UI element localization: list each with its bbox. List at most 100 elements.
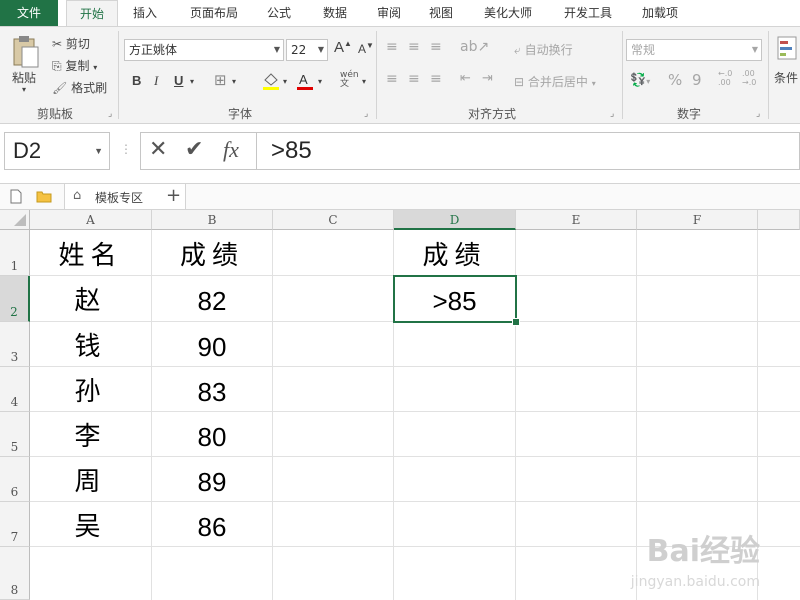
tab-developer[interactable]: 开发工具 — [556, 0, 620, 26]
font-color-icon[interactable]: A — [296, 71, 314, 91]
cell-b2[interactable]: 82 — [152, 276, 273, 322]
clipboard-launcher-icon[interactable]: ⌟ — [108, 109, 112, 119]
align-center-icon[interactable]: ≡ — [408, 71, 420, 87]
row-header-6[interactable]: 6 — [0, 457, 30, 502]
tab-page-layout[interactable]: 页面布局 — [182, 0, 246, 26]
font-size-select[interactable]: 22 ▼ — [286, 39, 328, 61]
insert-function-icon[interactable]: fx — [223, 137, 239, 163]
format-painter-button[interactable]: 🖌 格式刷 — [52, 79, 107, 96]
align-middle-icon[interactable]: ≡ — [408, 39, 420, 55]
column-header-g[interactable] — [758, 210, 800, 230]
fill-handle[interactable] — [512, 318, 520, 326]
cell-b5[interactable]: 80 — [152, 412, 273, 457]
column-header-f[interactable]: F — [637, 210, 758, 230]
conditional-formatting-icon[interactable] — [776, 35, 798, 65]
increase-font-size-button[interactable]: A▲ — [334, 39, 352, 56]
cell-a3[interactable]: 钱 — [30, 322, 152, 367]
bold-button[interactable]: B — [132, 73, 141, 88]
font-launcher-icon[interactable]: ⌟ — [364, 109, 368, 119]
font-name-select[interactable]: 方正姚体 ▼ — [124, 39, 284, 61]
phonetic-guide-icon[interactable]: wén 文 — [340, 71, 359, 89]
cell-b7[interactable]: 86 — [152, 502, 273, 547]
wrap-text-button[interactable]: ⤶ 自动换行 — [514, 41, 573, 58]
tab-insert[interactable]: 插入 — [124, 0, 166, 26]
select-all-corner[interactable] — [0, 210, 30, 230]
underline-dropdown-icon[interactable]: ▾ — [190, 77, 194, 86]
name-box[interactable]: D2 ▼ — [4, 132, 110, 170]
row-header-3[interactable]: 3 — [0, 322, 30, 367]
chevron-down-icon: ▼ — [751, 45, 758, 54]
cell-a2[interactable]: 赵 — [30, 276, 152, 322]
chevron-down-icon[interactable]: ▼ — [94, 133, 103, 169]
cell-a5[interactable]: 李 — [30, 412, 152, 457]
cell-a6[interactable]: 周 — [30, 457, 152, 502]
number-launcher-icon[interactable]: ⌟ — [756, 109, 760, 119]
column-header-c[interactable]: C — [273, 210, 394, 230]
decrease-indent-icon[interactable]: ⇤ — [460, 71, 471, 86]
tab-data[interactable]: 数据 — [314, 0, 356, 26]
percent-style-button[interactable]: % — [668, 71, 682, 89]
row-header-2[interactable]: 2 — [0, 276, 30, 322]
column-header-e[interactable]: E — [516, 210, 637, 230]
formula-input[interactable]: >85 — [256, 132, 800, 170]
copy-button[interactable]: ⎘ 复制 ▾ — [52, 57, 97, 74]
orientation-icon[interactable]: ab↗ — [460, 39, 489, 55]
column-header-b[interactable]: B — [152, 210, 273, 230]
row-header-4[interactable]: 4 — [0, 367, 30, 412]
cell-b1[interactable]: 成绩 — [152, 230, 273, 276]
tab-file[interactable]: 文件 — [0, 0, 58, 26]
merge-center-button[interactable]: ⊟ 合并后居中 ▾ — [514, 73, 596, 90]
cell-a4[interactable]: 孙 — [30, 367, 152, 412]
cell-b4[interactable]: 83 — [152, 367, 273, 412]
cell-b3[interactable]: 90 — [152, 322, 273, 367]
tab-review[interactable]: 审阅 — [368, 0, 410, 26]
tab-formulas[interactable]: 公式 — [258, 0, 300, 26]
underline-button[interactable]: U — [174, 73, 183, 88]
tab-addins[interactable]: 加载项 — [634, 0, 686, 26]
increase-indent-icon[interactable]: ⇥ — [482, 71, 493, 86]
cell-b6[interactable]: 89 — [152, 457, 273, 502]
paste-button[interactable]: 粘贴 — [12, 69, 36, 86]
decrease-decimal-icon[interactable]: .00 →.0 — [742, 69, 756, 87]
cancel-entry-icon[interactable]: ✕ — [149, 137, 167, 162]
align-bottom-icon[interactable]: ≡ — [430, 39, 442, 55]
decrease-font-size-button[interactable]: A▼ — [358, 41, 374, 56]
align-top-icon[interactable]: ≡ — [386, 39, 398, 55]
alignment-launcher-icon[interactable]: ⌟ — [610, 109, 614, 119]
tab-home[interactable]: 开始 — [66, 0, 118, 26]
column-header-d[interactable]: D — [394, 210, 516, 230]
increase-decimal-icon[interactable]: ←.0 .00 — [718, 69, 732, 87]
add-tab-button[interactable]: + — [166, 185, 181, 206]
currency-format-icon[interactable]: 💱▾ — [630, 73, 650, 88]
borders-dropdown-icon[interactable]: ▾ — [232, 77, 236, 86]
tab-beautify-master[interactable]: 美化大师 — [476, 0, 540, 26]
conditional-formatting-button[interactable]: 条件 — [774, 69, 798, 86]
cell-a1[interactable]: 姓名 — [30, 230, 152, 276]
confirm-entry-icon[interactable]: ✔ — [185, 137, 203, 162]
row-header-7[interactable]: 7 — [0, 502, 30, 547]
paste-dropdown-icon[interactable]: ▾ — [22, 85, 26, 94]
font-color-dropdown-icon[interactable]: ▾ — [318, 77, 322, 86]
fill-color-dropdown-icon[interactable]: ▾ — [283, 77, 287, 86]
phonetic-dropdown-icon[interactable]: ▾ — [362, 77, 366, 86]
borders-icon[interactable]: ⊞ — [214, 71, 227, 89]
align-right-icon[interactable]: ≡ — [430, 71, 442, 87]
number-format-select[interactable]: 常规 ▼ — [626, 39, 762, 61]
open-folder-icon[interactable] — [36, 189, 52, 203]
comma-style-button[interactable]: 9 — [692, 71, 702, 89]
splitter-dots-icon[interactable]: ⋮ — [120, 142, 132, 156]
italic-button[interactable]: I — [154, 73, 158, 89]
row-header-1[interactable]: 1 — [0, 230, 30, 276]
row-header-5[interactable]: 5 — [0, 412, 30, 457]
copy-dropdown-icon[interactable]: ▾ — [93, 63, 97, 72]
tab-view[interactable]: 视图 — [420, 0, 462, 26]
new-document-icon[interactable] — [10, 189, 22, 204]
paste-icon[interactable] — [10, 35, 40, 71]
cell-d1[interactable]: 成绩 — [394, 230, 516, 276]
column-header-a[interactable]: A — [30, 210, 152, 230]
cut-button[interactable]: ✂ 剪切 — [52, 35, 90, 52]
cell-a7[interactable]: 吴 — [30, 502, 152, 547]
row-header-8[interactable]: 8 — [0, 547, 30, 600]
align-left-icon[interactable]: ≡ — [386, 71, 398, 87]
fill-color-icon[interactable] — [262, 71, 280, 91]
